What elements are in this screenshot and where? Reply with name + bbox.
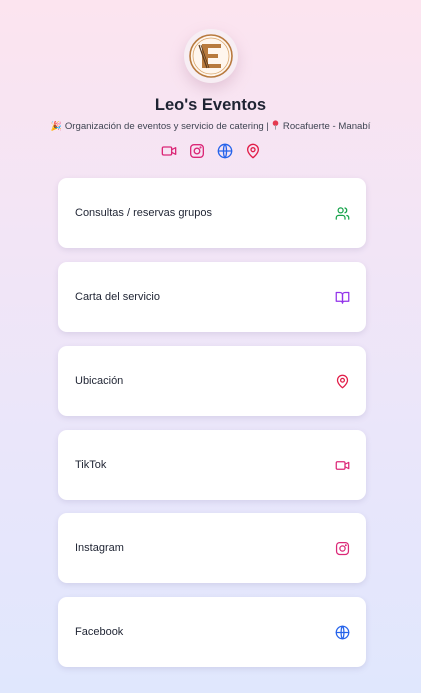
location-social-link[interactable] <box>244 142 261 159</box>
subtitle-description: Organización de eventos y servicio de ca… <box>64 121 269 132</box>
link-label: Carta del servicio <box>75 291 160 303</box>
subtitle-location: Rocafuerte - Manabí <box>282 121 371 132</box>
link-label: Consultas / reservas grupos <box>75 207 212 219</box>
pushpin-icon <box>271 120 280 133</box>
page-title: Leo's Eventos <box>154 96 267 114</box>
video-icon <box>334 457 350 473</box>
link-carta-servicio[interactable]: Carta del servicio <box>58 262 366 332</box>
link-consultas-reservas[interactable]: Consultas / reservas grupos <box>58 178 366 248</box>
map-pin-icon <box>334 373 350 389</box>
link-label: Ubicación <box>75 375 124 387</box>
map-pin-icon <box>246 143 259 158</box>
profile-avatar <box>184 29 238 83</box>
link-label: Instagram <box>75 542 124 554</box>
book-open-icon <box>334 289 350 305</box>
leos-eventos-logo <box>189 34 233 78</box>
link-tiktok[interactable]: TikTok <box>58 430 366 500</box>
party-icon: 🎉 <box>50 121 62 131</box>
link-instagram[interactable]: Instagram <box>58 513 366 583</box>
link-label: TikTok <box>75 459 107 471</box>
globe-icon <box>217 143 232 158</box>
link-label: Facebook <box>75 626 124 638</box>
instagram-social-link[interactable] <box>188 142 205 159</box>
link-facebook[interactable]: Facebook <box>58 597 366 667</box>
instagram-icon <box>189 143 204 158</box>
social-icons-row <box>0 142 421 159</box>
instagram-icon <box>334 540 350 556</box>
tiktok-social-link[interactable] <box>160 142 177 159</box>
profile-subtitle: 🎉 Organización de eventos y servicio de c… <box>0 120 421 133</box>
video-icon <box>161 145 176 156</box>
users-icon <box>334 205 350 221</box>
facebook-social-link[interactable] <box>216 142 233 159</box>
link-ubicacion[interactable]: Ubicación <box>58 346 366 416</box>
globe-icon <box>334 624 350 640</box>
